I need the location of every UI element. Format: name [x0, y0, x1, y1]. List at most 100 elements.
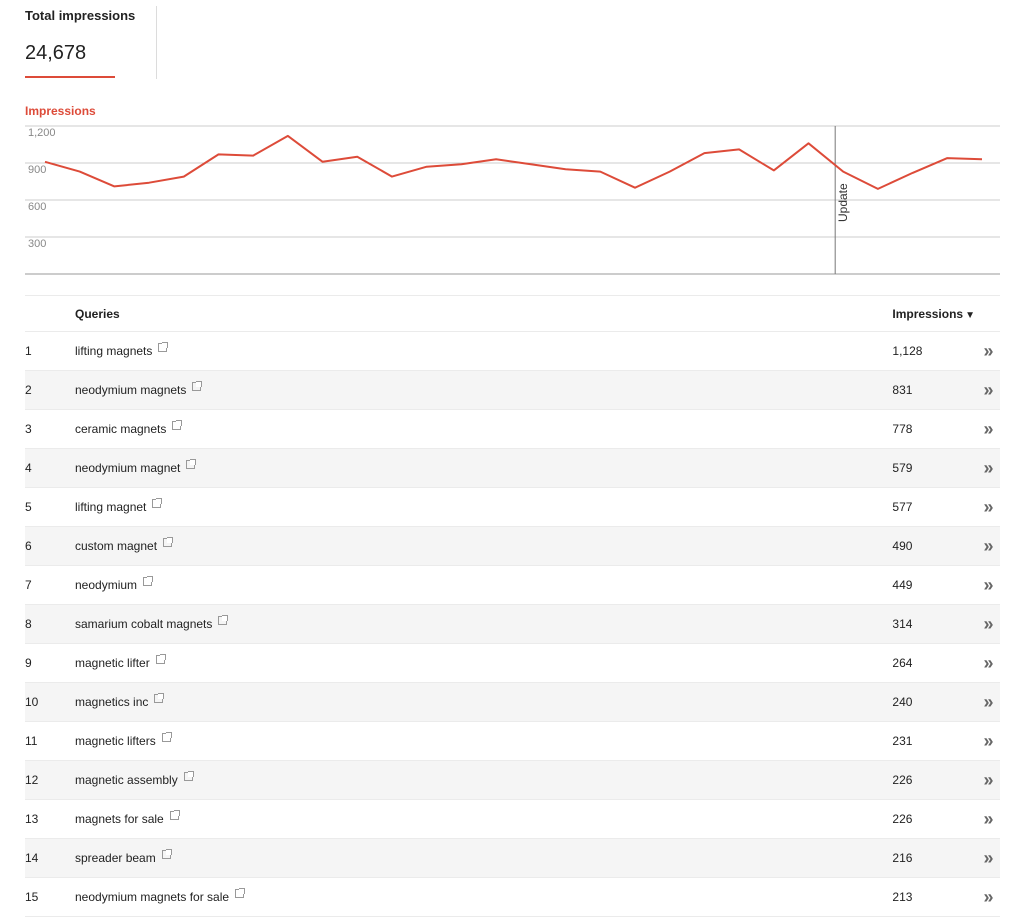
external-link-icon[interactable] — [155, 654, 166, 664]
row-rank: 8 — [25, 617, 32, 631]
row-query-cell: ceramic magnets — [75, 410, 892, 449]
query-link[interactable]: neodymium magnets — [75, 383, 186, 397]
query-link[interactable]: lifting magnets — [75, 344, 152, 358]
data-point — [702, 151, 706, 155]
table-row: 13 magnets for sale 226 ›› — [25, 800, 1000, 839]
row-details-cell: ›› — [975, 800, 1000, 839]
row-rank: 5 — [25, 500, 32, 514]
row-query-cell: neodymium — [75, 566, 892, 605]
external-link-icon[interactable] — [163, 537, 174, 547]
row-query-cell: magnetics inc — [75, 683, 892, 722]
row-query-cell: spreader beam — [75, 839, 892, 878]
row-rank: 2 — [25, 383, 32, 397]
query-link[interactable]: custom magnet — [75, 539, 157, 553]
chart-series-label: Impressions — [25, 104, 96, 118]
double-chevron-right-icon[interactable]: ›› — [984, 731, 994, 751]
row-rank: 6 — [25, 539, 32, 553]
external-link-icon[interactable] — [143, 576, 154, 586]
query-link[interactable]: magnetic lifters — [75, 734, 156, 748]
double-chevron-right-icon[interactable]: ›› — [984, 653, 994, 673]
table-row: 1 lifting magnets 1,128 ›› — [25, 332, 1000, 371]
external-link-icon[interactable] — [161, 732, 172, 742]
external-link-icon[interactable] — [192, 381, 203, 391]
row-impressions: 226 — [892, 812, 913, 826]
y-tick-label: 900 — [28, 164, 46, 176]
data-point — [321, 160, 325, 164]
double-chevron-right-icon[interactable]: ›› — [984, 575, 994, 595]
double-chevron-right-icon[interactable]: ›› — [984, 497, 994, 517]
row-impressions: 216 — [892, 851, 913, 865]
double-chevron-right-icon[interactable]: ›› — [984, 536, 994, 556]
row-rank: 9 — [25, 656, 32, 670]
row-rank: 1 — [25, 344, 32, 358]
external-link-icon[interactable] — [235, 888, 246, 898]
row-rank: 14 — [25, 851, 39, 865]
queries-header[interactable]: Queries — [75, 296, 892, 332]
data-point — [598, 170, 602, 174]
data-point — [529, 162, 533, 166]
query-link[interactable]: neodymium — [75, 578, 137, 592]
query-link[interactable]: ceramic magnets — [75, 422, 166, 436]
query-link[interactable]: samarium cobalt magnets — [75, 617, 212, 631]
data-point — [494, 157, 498, 161]
selected-metric-underline — [25, 76, 115, 78]
double-chevron-right-icon[interactable]: ›› — [984, 692, 994, 712]
double-chevron-right-icon[interactable]: ›› — [984, 341, 994, 361]
row-query-cell: neodymium magnet — [75, 449, 892, 488]
double-chevron-right-icon[interactable]: ›› — [984, 458, 994, 478]
double-chevron-right-icon[interactable]: ›› — [984, 380, 994, 400]
row-rank: 12 — [25, 773, 39, 787]
sort-descending-icon: ▼ — [965, 309, 975, 321]
table-row: 4 neodymium magnet 579 ›› — [25, 448, 1000, 488]
row-impressions: 778 — [892, 422, 913, 436]
row-impressions: 264 — [892, 656, 913, 670]
data-point — [564, 167, 568, 171]
table-row: 11 magnetic lifters 231 ›› — [25, 722, 1000, 761]
impressions-header[interactable]: Impressions ▼ — [892, 296, 975, 332]
double-chevron-right-icon[interactable]: ›› — [984, 848, 994, 868]
data-point — [911, 171, 915, 175]
double-chevron-right-icon[interactable]: ›› — [984, 770, 994, 790]
row-rank: 3 — [25, 422, 32, 436]
impressions-header-label: Impressions — [892, 306, 964, 321]
external-link-icon[interactable] — [154, 693, 165, 703]
double-chevron-right-icon[interactable]: ›› — [984, 419, 994, 439]
table-row: 6 custom magnet 490 ›› — [25, 526, 1000, 566]
queries-table: Queries Impressions ▼ 1 lifting magnets 1,1… — [25, 295, 1000, 917]
query-link[interactable]: spreader beam — [75, 851, 156, 865]
external-link-icon[interactable] — [169, 810, 180, 820]
row-impressions: 226 — [892, 773, 913, 787]
query-link[interactable]: neodymium magnets for sale — [75, 890, 229, 904]
external-link-icon[interactable] — [186, 459, 197, 469]
query-link[interactable]: magnets for sale — [75, 812, 164, 826]
external-link-icon[interactable] — [183, 771, 194, 781]
row-details-cell: ›› — [975, 488, 1000, 527]
query-link[interactable]: magnetic lifter — [75, 656, 150, 670]
external-link-icon[interactable] — [152, 498, 163, 508]
query-link[interactable]: magnetic assembly — [75, 773, 178, 787]
external-link-icon[interactable] — [161, 849, 172, 859]
row-details-cell: ›› — [975, 644, 1000, 683]
table-row: 3 ceramic magnets 778 ›› — [25, 410, 1000, 449]
row-details-cell: ›› — [975, 566, 1000, 605]
row-impressions: 213 — [892, 890, 913, 904]
row-details-cell: ›› — [975, 527, 1000, 566]
y-tick-label: 1,200 — [28, 127, 56, 139]
double-chevron-right-icon[interactable]: ›› — [984, 809, 994, 829]
double-chevron-right-icon[interactable]: ›› — [984, 614, 994, 634]
data-point — [876, 187, 880, 191]
query-link[interactable]: magnetics inc — [75, 695, 148, 709]
query-link[interactable]: neodymium magnet — [75, 461, 180, 475]
double-chevron-right-icon[interactable]: ›› — [984, 887, 994, 907]
row-query-cell: neodymium magnets — [75, 371, 892, 410]
table-row: 2 neodymium magnets 831 ›› — [25, 370, 1000, 410]
data-point — [251, 154, 255, 158]
external-link-icon[interactable] — [218, 615, 229, 625]
query-link[interactable]: lifting magnet — [75, 500, 146, 514]
table-row: 14 spreader beam 216 ›› — [25, 838, 1000, 878]
external-link-icon[interactable] — [158, 342, 169, 352]
external-link-icon[interactable] — [172, 420, 183, 430]
data-point — [772, 168, 776, 172]
data-point — [806, 141, 810, 145]
row-impressions: 449 — [892, 578, 913, 592]
